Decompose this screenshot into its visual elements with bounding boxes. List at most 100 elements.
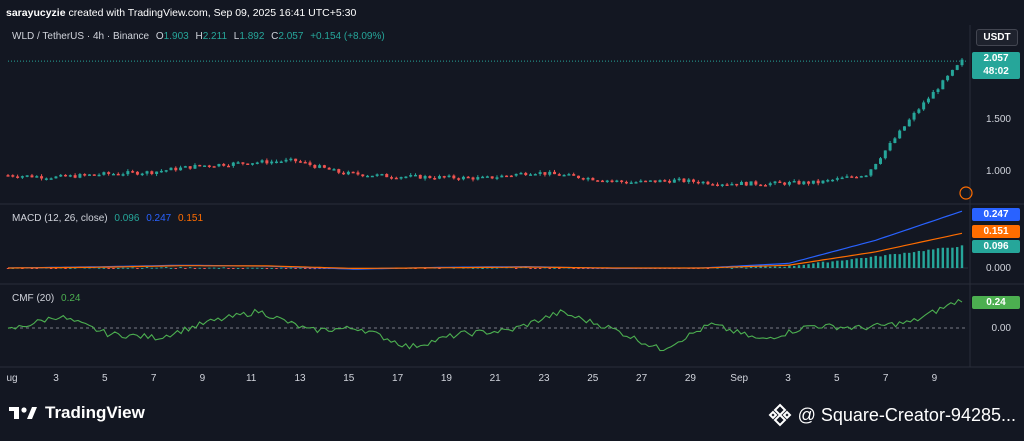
candle (490, 176, 494, 179)
candle (318, 165, 322, 168)
candle (553, 171, 557, 175)
macd-histogram-bar (174, 268, 177, 269)
candle (538, 172, 542, 175)
macd-histogram-bar (260, 267, 264, 269)
macd-histogram-bar (203, 268, 206, 269)
time-tick: 17 (392, 373, 404, 384)
symbol-name[interactable]: WLD / TetherUS · 4h · Binance (12, 31, 149, 42)
macd-histogram-bar (131, 267, 134, 269)
macd-histogram-bar (922, 251, 925, 268)
candle (107, 172, 111, 174)
macd-histogram-bar (102, 267, 106, 269)
candle (500, 175, 504, 178)
candle (615, 180, 619, 182)
cmf-zero-tick: 0.00 (991, 323, 1011, 334)
candle (54, 176, 58, 179)
chart-background (0, 25, 1024, 391)
candle (950, 69, 954, 76)
macd-histogram-bar (845, 260, 849, 268)
macd-histogram-bar (730, 267, 734, 269)
macd-histogram-bar (745, 267, 748, 269)
candle (778, 181, 782, 184)
candle (6, 175, 10, 177)
macd-histogram-bar (212, 267, 216, 269)
macd-histogram-bar (548, 268, 551, 269)
macd-histogram-bar (946, 247, 949, 268)
candle (581, 178, 585, 180)
macd-histogram-bar (812, 263, 815, 268)
macd-histogram-bar (960, 245, 964, 268)
creator-name: @ Square-Creator-94285... (797, 404, 1016, 425)
candle (620, 180, 624, 182)
candle (92, 174, 96, 176)
candle (855, 176, 859, 179)
candle (298, 161, 302, 163)
candle (366, 175, 370, 178)
tradingview-logo[interactable]: TradingView (9, 403, 145, 423)
candle (16, 176, 20, 178)
time-tick: 5 (102, 373, 108, 384)
time-tick: 3 (53, 373, 59, 384)
cmf-legend: CMF (20) 0.24 (12, 293, 84, 304)
chart-canvas[interactable] (0, 0, 1024, 391)
macd-histogram-bar (284, 268, 288, 269)
candle (11, 175, 15, 177)
macd-label[interactable]: MACD (12, 26, close) (12, 213, 108, 224)
candle (135, 171, 139, 175)
candle (217, 163, 221, 167)
macd-histogram-bar (778, 266, 782, 268)
candle (763, 185, 767, 187)
macd-histogram-bar (160, 267, 163, 269)
time-tick: 29 (684, 373, 696, 384)
candle (399, 177, 403, 179)
candle (428, 176, 432, 179)
candle (183, 166, 187, 168)
macd-histogram-bar (553, 267, 556, 269)
time-tick: 3 (785, 373, 791, 384)
macd-histogram-bar (951, 247, 954, 268)
macd-histogram-bar (265, 268, 269, 269)
macd-histogram-bar (941, 247, 945, 268)
macd-legend: MACD (12, 26, close) 0.096 0.247 0.151 (12, 213, 207, 224)
time-tick: 23 (538, 373, 550, 384)
candle (203, 165, 207, 167)
candle (423, 176, 427, 179)
candle (164, 170, 168, 172)
macd-tag-blue: 0.247 (972, 208, 1020, 221)
candle (739, 181, 743, 186)
open-label: O (155, 31, 164, 42)
candle (265, 160, 269, 164)
open-value: 1.903 (163, 31, 189, 42)
candle (562, 174, 566, 177)
macd-histogram-bar (179, 266, 182, 268)
candle (807, 181, 811, 184)
candle (696, 181, 700, 184)
currency-badge[interactable]: USDT (976, 29, 1018, 46)
macd-histogram-bar (529, 268, 532, 269)
candle (274, 161, 278, 164)
candle (816, 180, 820, 184)
candle (811, 180, 815, 184)
macd-histogram-bar (256, 267, 259, 269)
macd-histogram-bar (136, 268, 139, 269)
macd-histogram-bar (917, 250, 921, 268)
time-tick: 15 (343, 373, 355, 384)
candle (572, 174, 576, 176)
bar-countdown: 48:02 (983, 66, 1009, 77)
candle (375, 174, 379, 176)
macd-histogram-bar (538, 268, 542, 269)
candle (586, 177, 590, 180)
candle (461, 176, 465, 180)
macd-histogram-bar (294, 268, 297, 269)
candle (111, 173, 115, 176)
candle (639, 180, 643, 183)
candle (658, 180, 662, 183)
candle (279, 161, 283, 164)
candle (759, 184, 763, 187)
time-tick: 9 (931, 373, 938, 384)
macd-histogram-bar (888, 254, 892, 268)
candle (605, 180, 609, 183)
candle (246, 163, 250, 166)
cmf-label[interactable]: CMF (20) (12, 293, 54, 304)
macd-histogram-bar (908, 252, 911, 268)
